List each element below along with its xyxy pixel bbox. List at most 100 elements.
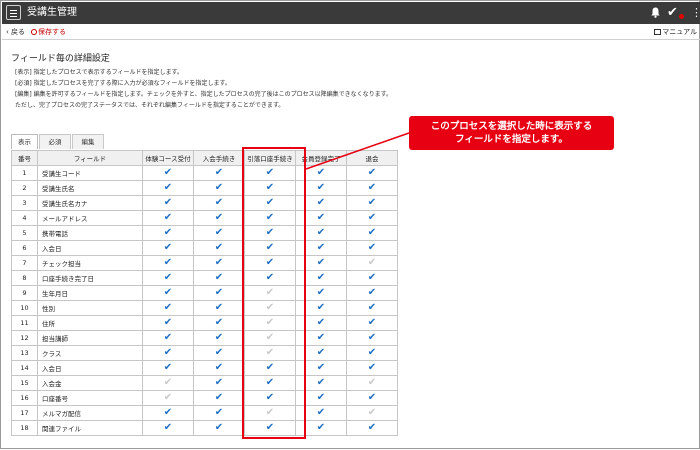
checkbox-cell[interactable]: ✔ (142, 345, 194, 361)
field-name: 生年月日 (37, 285, 143, 301)
checkbox-cell[interactable]: ✔ (346, 285, 398, 301)
checkbox-cell[interactable]: ✔ (193, 195, 245, 211)
checked-icon: ✔ (316, 347, 326, 358)
field-name: 受講生コード (37, 165, 143, 181)
checkbox-cell[interactable]: ✔ (142, 420, 194, 436)
checked-icon: ✔ (316, 182, 326, 193)
checked-icon: ✔ (316, 332, 326, 343)
back-button[interactable]: ‹ 戻る (6, 24, 25, 40)
checked-icon: ✔ (214, 332, 224, 343)
field-settings-table: 番号 フィールド 体験コース受付 入会手続き 引落口座手続き 会員登録完了 退会… (11, 150, 398, 436)
section-description: [表示] 指定したプロセスで表示するフィールドを指定します。 [必須] 指定した… (15, 67, 392, 111)
checkbox-cell[interactable]: ✔ (193, 210, 245, 226)
checkbox-cell[interactable]: ✔ (193, 315, 245, 331)
checkbox-cell[interactable]: ✔ (346, 405, 398, 421)
checkbox-cell[interactable]: ✔ (346, 255, 398, 271)
app-title: 受講生管理 (27, 7, 77, 18)
checkbox-cell[interactable]: ✔ (193, 165, 245, 181)
checkbox-cell[interactable]: ✔ (346, 270, 398, 286)
checkbox-cell[interactable]: ✔ (346, 165, 398, 181)
save-button[interactable]: 保存する (31, 24, 66, 40)
checked-icon: ✔ (163, 407, 173, 418)
checkbox-cell[interactable]: ✔ (142, 225, 194, 241)
checkbox-cell[interactable]: ✔ (193, 390, 245, 406)
checked-icon: ✔ (316, 407, 326, 418)
table-row: 17 メルマガ配信 ✔ ✔ ✔ ✔ ✔ (11, 405, 398, 421)
column-header: 入会手続き (193, 150, 245, 166)
checked-icon: ✔ (163, 272, 173, 283)
tab-required[interactable]: 必須 (39, 134, 71, 149)
checkbox-cell[interactable]: ✔ (142, 330, 194, 346)
kebab-icon[interactable]: ⋮ (691, 5, 700, 20)
checkbox-cell[interactable]: ✔ (193, 255, 245, 271)
checkbox-cell[interactable]: ✔ (346, 210, 398, 226)
description-line: [編集] 編集を許可するフィールドを指定します。チェックを外すと、指定したプロセ… (15, 91, 393, 98)
checkbox-cell[interactable]: ✔ (142, 270, 194, 286)
checkbox-cell[interactable]: ✔ (142, 285, 194, 301)
checkbox-cell[interactable]: ✔ (346, 420, 398, 436)
checkbox-cell[interactable]: ✔ (142, 255, 194, 271)
checkmark-icon[interactable]: ✔ (667, 5, 678, 20)
checkbox-cell[interactable]: ✔ (346, 300, 398, 316)
tab-edit[interactable]: 編集 (72, 134, 104, 149)
checkbox-cell[interactable]: ✔ (142, 195, 194, 211)
checkbox-cell[interactable]: ✔ (346, 375, 398, 391)
checked-icon: ✔ (316, 287, 326, 298)
checkbox-cell[interactable]: ✔ (142, 210, 194, 226)
checkbox-cell[interactable]: ✔ (142, 240, 194, 256)
manual-link[interactable]: マニュアル (654, 24, 697, 40)
checkbox-cell[interactable]: ✔ (142, 375, 194, 391)
checked-icon: ✔ (214, 212, 224, 223)
checked-icon: ✔ (214, 227, 224, 238)
checkbox-cell[interactable]: ✔ (193, 180, 245, 196)
checked-icon: ✔ (316, 362, 326, 373)
checkbox-cell[interactable]: ✔ (142, 390, 194, 406)
checkbox-cell[interactable]: ✔ (193, 405, 245, 421)
bell-icon[interactable] (651, 7, 660, 18)
checked-icon: ✔ (214, 392, 224, 403)
checkbox-cell[interactable]: ✔ (193, 345, 245, 361)
checkbox-cell[interactable]: ✔ (346, 315, 398, 331)
checkbox-cell[interactable]: ✔ (346, 180, 398, 196)
checkbox-cell[interactable]: ✔ (142, 315, 194, 331)
checkbox-cell[interactable]: ✔ (193, 375, 245, 391)
checked-icon: ✔ (316, 302, 326, 313)
checkbox-cell[interactable]: ✔ (346, 390, 398, 406)
checkbox-cell[interactable]: ✔ (346, 195, 398, 211)
field-name: 受講生氏名 (37, 180, 143, 196)
column-header: 退会 (346, 150, 398, 166)
checkbox-cell[interactable]: ✔ (193, 300, 245, 316)
field-name: チェック担当 (37, 255, 143, 271)
checkbox-cell[interactable]: ✔ (193, 225, 245, 241)
checkbox-cell[interactable]: ✔ (142, 165, 194, 181)
hamburger-menu-icon[interactable] (6, 5, 21, 20)
checkbox-cell[interactable]: ✔ (346, 345, 398, 361)
tab-display[interactable]: 表示 (11, 134, 38, 149)
checkbox-cell[interactable]: ✔ (193, 420, 245, 436)
top-bar: 受講生管理 ✔ ⋮ (2, 2, 700, 24)
checked-icon: ✔ (316, 422, 326, 433)
checkbox-cell[interactable]: ✔ (193, 285, 245, 301)
checked-icon: ✔ (316, 317, 326, 328)
checkbox-cell[interactable]: ✔ (346, 225, 398, 241)
checkbox-cell[interactable]: ✔ (193, 330, 245, 346)
checked-icon: ✔ (316, 392, 326, 403)
row-number: 7 (11, 255, 38, 271)
checkbox-cell[interactable]: ✔ (346, 330, 398, 346)
checkbox-cell[interactable]: ✔ (142, 405, 194, 421)
checkbox-cell[interactable]: ✔ (193, 360, 245, 376)
checkbox-cell[interactable]: ✔ (142, 360, 194, 376)
checkbox-cell[interactable]: ✔ (142, 180, 194, 196)
unchecked-icon: ✔ (367, 407, 377, 418)
checked-icon: ✔ (163, 167, 173, 178)
checkbox-cell[interactable]: ✔ (346, 240, 398, 256)
checkbox-cell[interactable]: ✔ (193, 270, 245, 286)
table-row: 13 クラス ✔ ✔ ✔ ✔ ✔ (11, 345, 398, 361)
checked-icon: ✔ (367, 347, 377, 358)
checkbox-cell[interactable]: ✔ (193, 240, 245, 256)
checked-icon: ✔ (316, 242, 326, 253)
table-row: 4 メールアドレス ✔ ✔ ✔ ✔ ✔ (11, 210, 398, 226)
row-number: 9 (11, 285, 38, 301)
checkbox-cell[interactable]: ✔ (346, 360, 398, 376)
checkbox-cell[interactable]: ✔ (142, 300, 194, 316)
